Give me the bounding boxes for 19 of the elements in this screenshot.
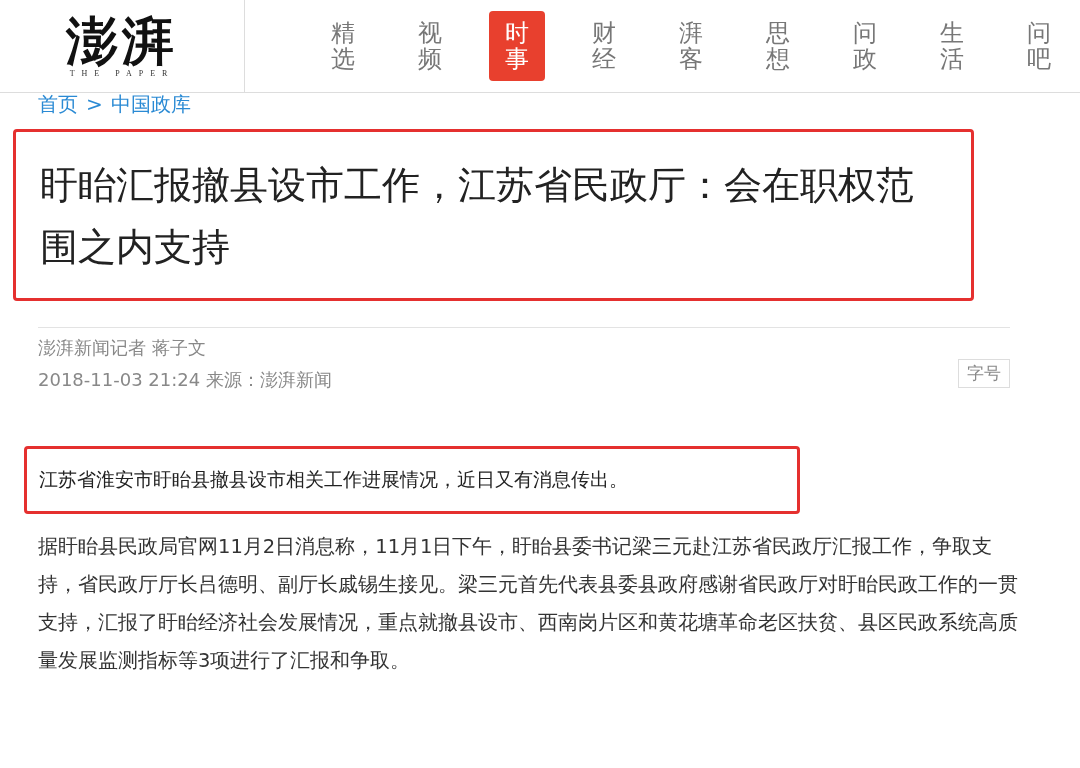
font-size-button[interactable]: 字号 <box>958 359 1010 388</box>
nav-tab[interactable]: 湃客 <box>663 11 719 81</box>
nav-tab[interactable]: 生活 <box>924 11 980 81</box>
lead-paragraph: 江苏省淮安市盱眙县撤县设市相关工作进展情况，近日又有消息传出。 <box>39 467 629 492</box>
nav-tab[interactable]: 精选 <box>315 11 371 81</box>
nav-tab[interactable]: 时事 <box>489 11 545 81</box>
logo-tagline: THE PAPER <box>69 68 175 78</box>
article-title: 盱眙汇报撤县设市工作，江苏省民政厅：会在职权范围之内支持 <box>40 162 915 271</box>
nav-tab[interactable]: 视频 <box>402 11 458 81</box>
nav-tab[interactable]: 思想 <box>750 11 806 81</box>
breadcrumb-link[interactable]: > <box>86 92 103 116</box>
date-source: 2018-11-03 21:24 来源：澎湃新闻 <box>38 368 332 392</box>
nav-tab[interactable]: 问政 <box>837 11 893 81</box>
breadcrumb-link[interactable]: 首页 <box>38 90 78 118</box>
article-paragraph: 据盱眙县民政局官网11月2日消息称，11月1日下午，盱眙县委书记梁三元赴江苏省民政厅汇报工作，争取支持，省民政厅厅长吕德明、副厅长戚锡生接见。梁三元首先代表县委县政府感谢省民政厅对盱眙民政工作的一贯支持，汇报了盱眙经济社会发展情况，重点就撤县设市、西南岗片区和黄花塘革命老区扶贫、县区民政系统高质量发展监测指标等3项进行了汇报和争取。 <box>38 534 1018 674</box>
author-line: 澎湃新闻记者 蒋子文 <box>38 336 207 360</box>
nav-tab[interactable]: 财经 <box>576 11 632 81</box>
breadcrumb-link[interactable]: 中国政库 <box>110 90 191 118</box>
nav-tab[interactable]: 问吧 <box>1011 11 1067 81</box>
